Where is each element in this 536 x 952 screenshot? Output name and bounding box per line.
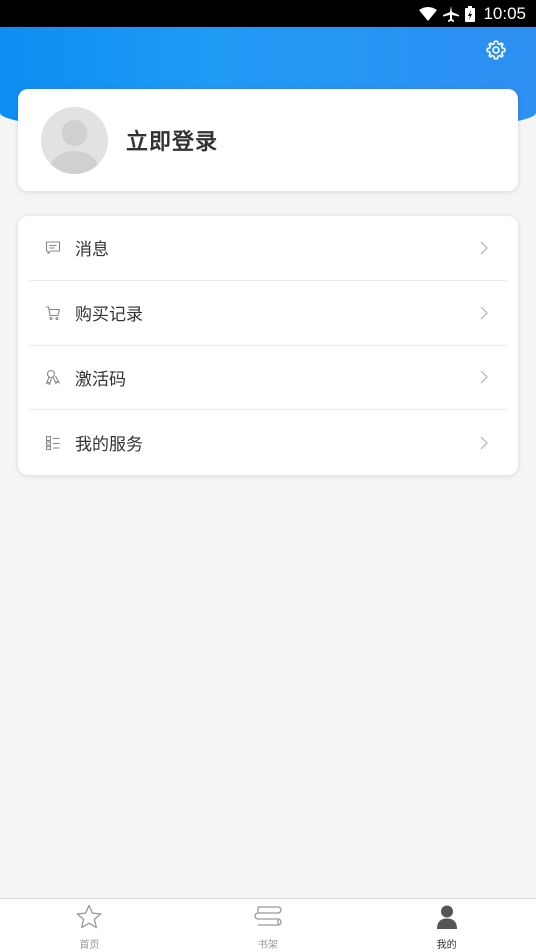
menu-item-label: 购买记录 [75,305,143,326]
menu-item-purchase-history[interactable]: 购买记录 [29,281,507,346]
chevron-right-icon [479,435,489,451]
screen: 10:05 立即登录 消息 购买记录 激活码 我的服务 首页 书架 我的 [0,0,536,952]
key-icon [45,369,61,386]
chevron-right-icon [479,369,489,385]
menu-item-label: 消息 [75,240,109,261]
gear-icon [485,39,507,65]
person-icon [433,904,461,934]
nav-label: 首页 [79,940,100,951]
status-clock: 10:05 [483,3,526,23]
nav-item-bookshelf[interactable]: 书架 [179,899,358,952]
avatar[interactable] [41,106,108,174]
nav-label: 我的 [436,940,457,951]
cart-icon [45,305,61,321]
login-label[interactable]: 立即登录 [126,124,218,156]
menu-item-label: 我的服务 [75,435,143,456]
menu-item-my-services[interactable]: 我的服务 [29,410,507,475]
chevron-right-icon [479,305,489,321]
bottom-nav: 首页 书架 我的 [0,898,536,952]
nav-item-home[interactable]: 首页 [0,899,179,952]
settings-button[interactable] [484,40,508,64]
nav-item-mine[interactable]: 我的 [357,899,536,952]
chevron-right-icon [479,240,489,256]
wifi-icon [419,6,438,21]
bookshelf-icon [254,904,282,934]
message-icon [45,240,61,256]
nav-label: 书架 [258,940,278,951]
menu-item-label: 激活码 [75,369,126,390]
menu-item-messages[interactable]: 消息 [29,216,507,281]
star-icon [75,904,103,934]
service-list-icon [45,435,61,451]
menu-card: 消息 购买记录 激活码 我的服务 [18,216,518,475]
login-card[interactable]: 立即登录 [18,89,518,191]
status-bar: 10:05 [0,0,536,27]
airplane-icon [443,5,460,22]
battery-icon [465,5,476,22]
menu-item-activation-code[interactable]: 激活码 [29,346,507,411]
